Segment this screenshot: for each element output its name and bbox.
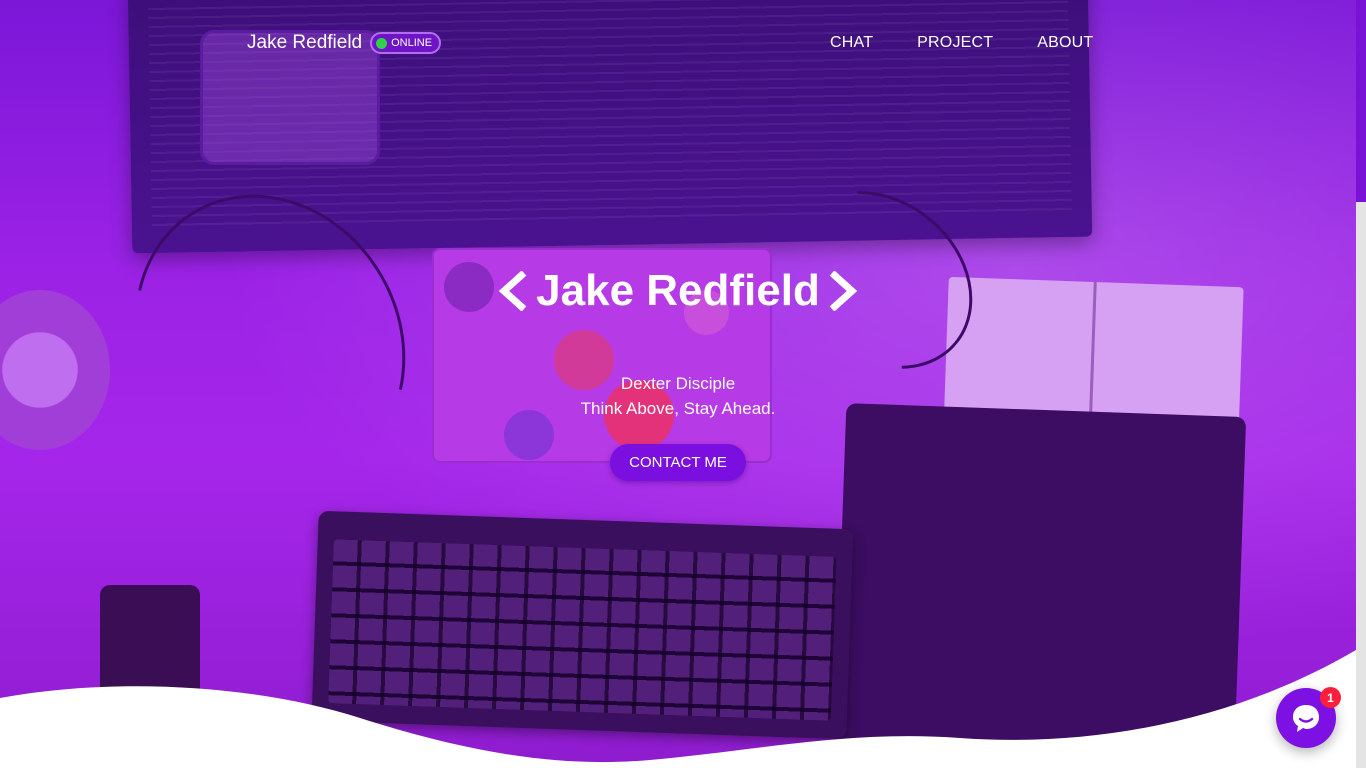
nav-project[interactable]: PROJECT (917, 34, 993, 52)
nav-chat[interactable]: CHAT (830, 34, 873, 52)
hero-subtitle-line1: Dexter Disciple (620, 374, 736, 393)
status-text: ONLINE (391, 37, 433, 49)
scrollbar-track[interactable] (1356, 0, 1366, 768)
online-dot-icon (376, 37, 388, 49)
notification-badge: 1 (1320, 687, 1341, 708)
scrollbar-thumb[interactable] (1356, 0, 1366, 202)
contact-me-button[interactable]: CONTACT ME (610, 444, 746, 481)
chevron-left-icon (498, 271, 527, 311)
brand[interactable]: Jake Redfield ONLINE (247, 32, 442, 54)
status-badge: ONLINE (370, 32, 442, 54)
chat-bubble-icon (1293, 705, 1319, 732)
brand-name[interactable]: Jake Redfield (247, 32, 362, 54)
hero-subtitle-line2: Think Above, Stay Ahead. (580, 399, 776, 418)
hero-title: Jake Redfield (0, 266, 1356, 316)
hero-title-text: Jake Redfield (536, 266, 820, 315)
main-nav: CHAT PROJECT ABOUT (830, 34, 1093, 52)
wave-divider (0, 650, 1356, 768)
nav-about[interactable]: ABOUT (1037, 34, 1093, 52)
chevron-right-icon (829, 271, 858, 311)
